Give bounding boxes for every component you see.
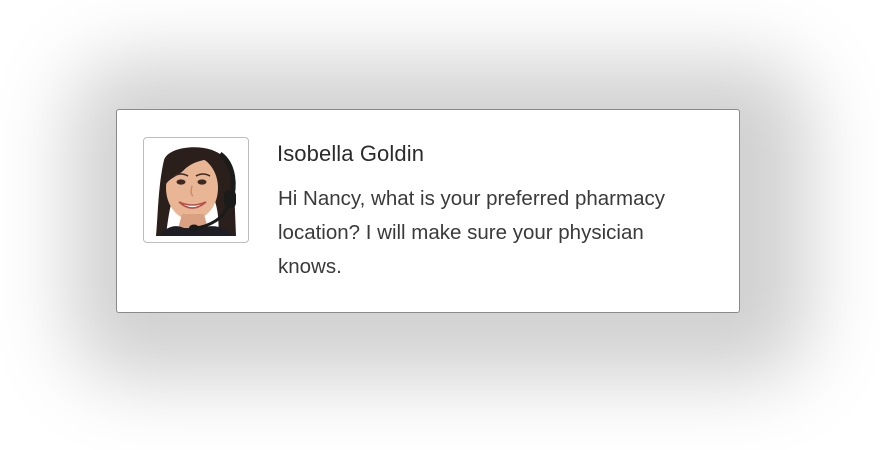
message-text: Hi Nancy, what is your preferred pharmac… xyxy=(278,187,665,278)
agent-headset-avatar-icon xyxy=(154,146,240,236)
avatar xyxy=(143,137,249,243)
chat-message-card[interactable]: Isobella Goldin Hi Nancy, what is your p… xyxy=(116,109,740,313)
sender-name: Isobella Goldin xyxy=(277,141,425,166)
